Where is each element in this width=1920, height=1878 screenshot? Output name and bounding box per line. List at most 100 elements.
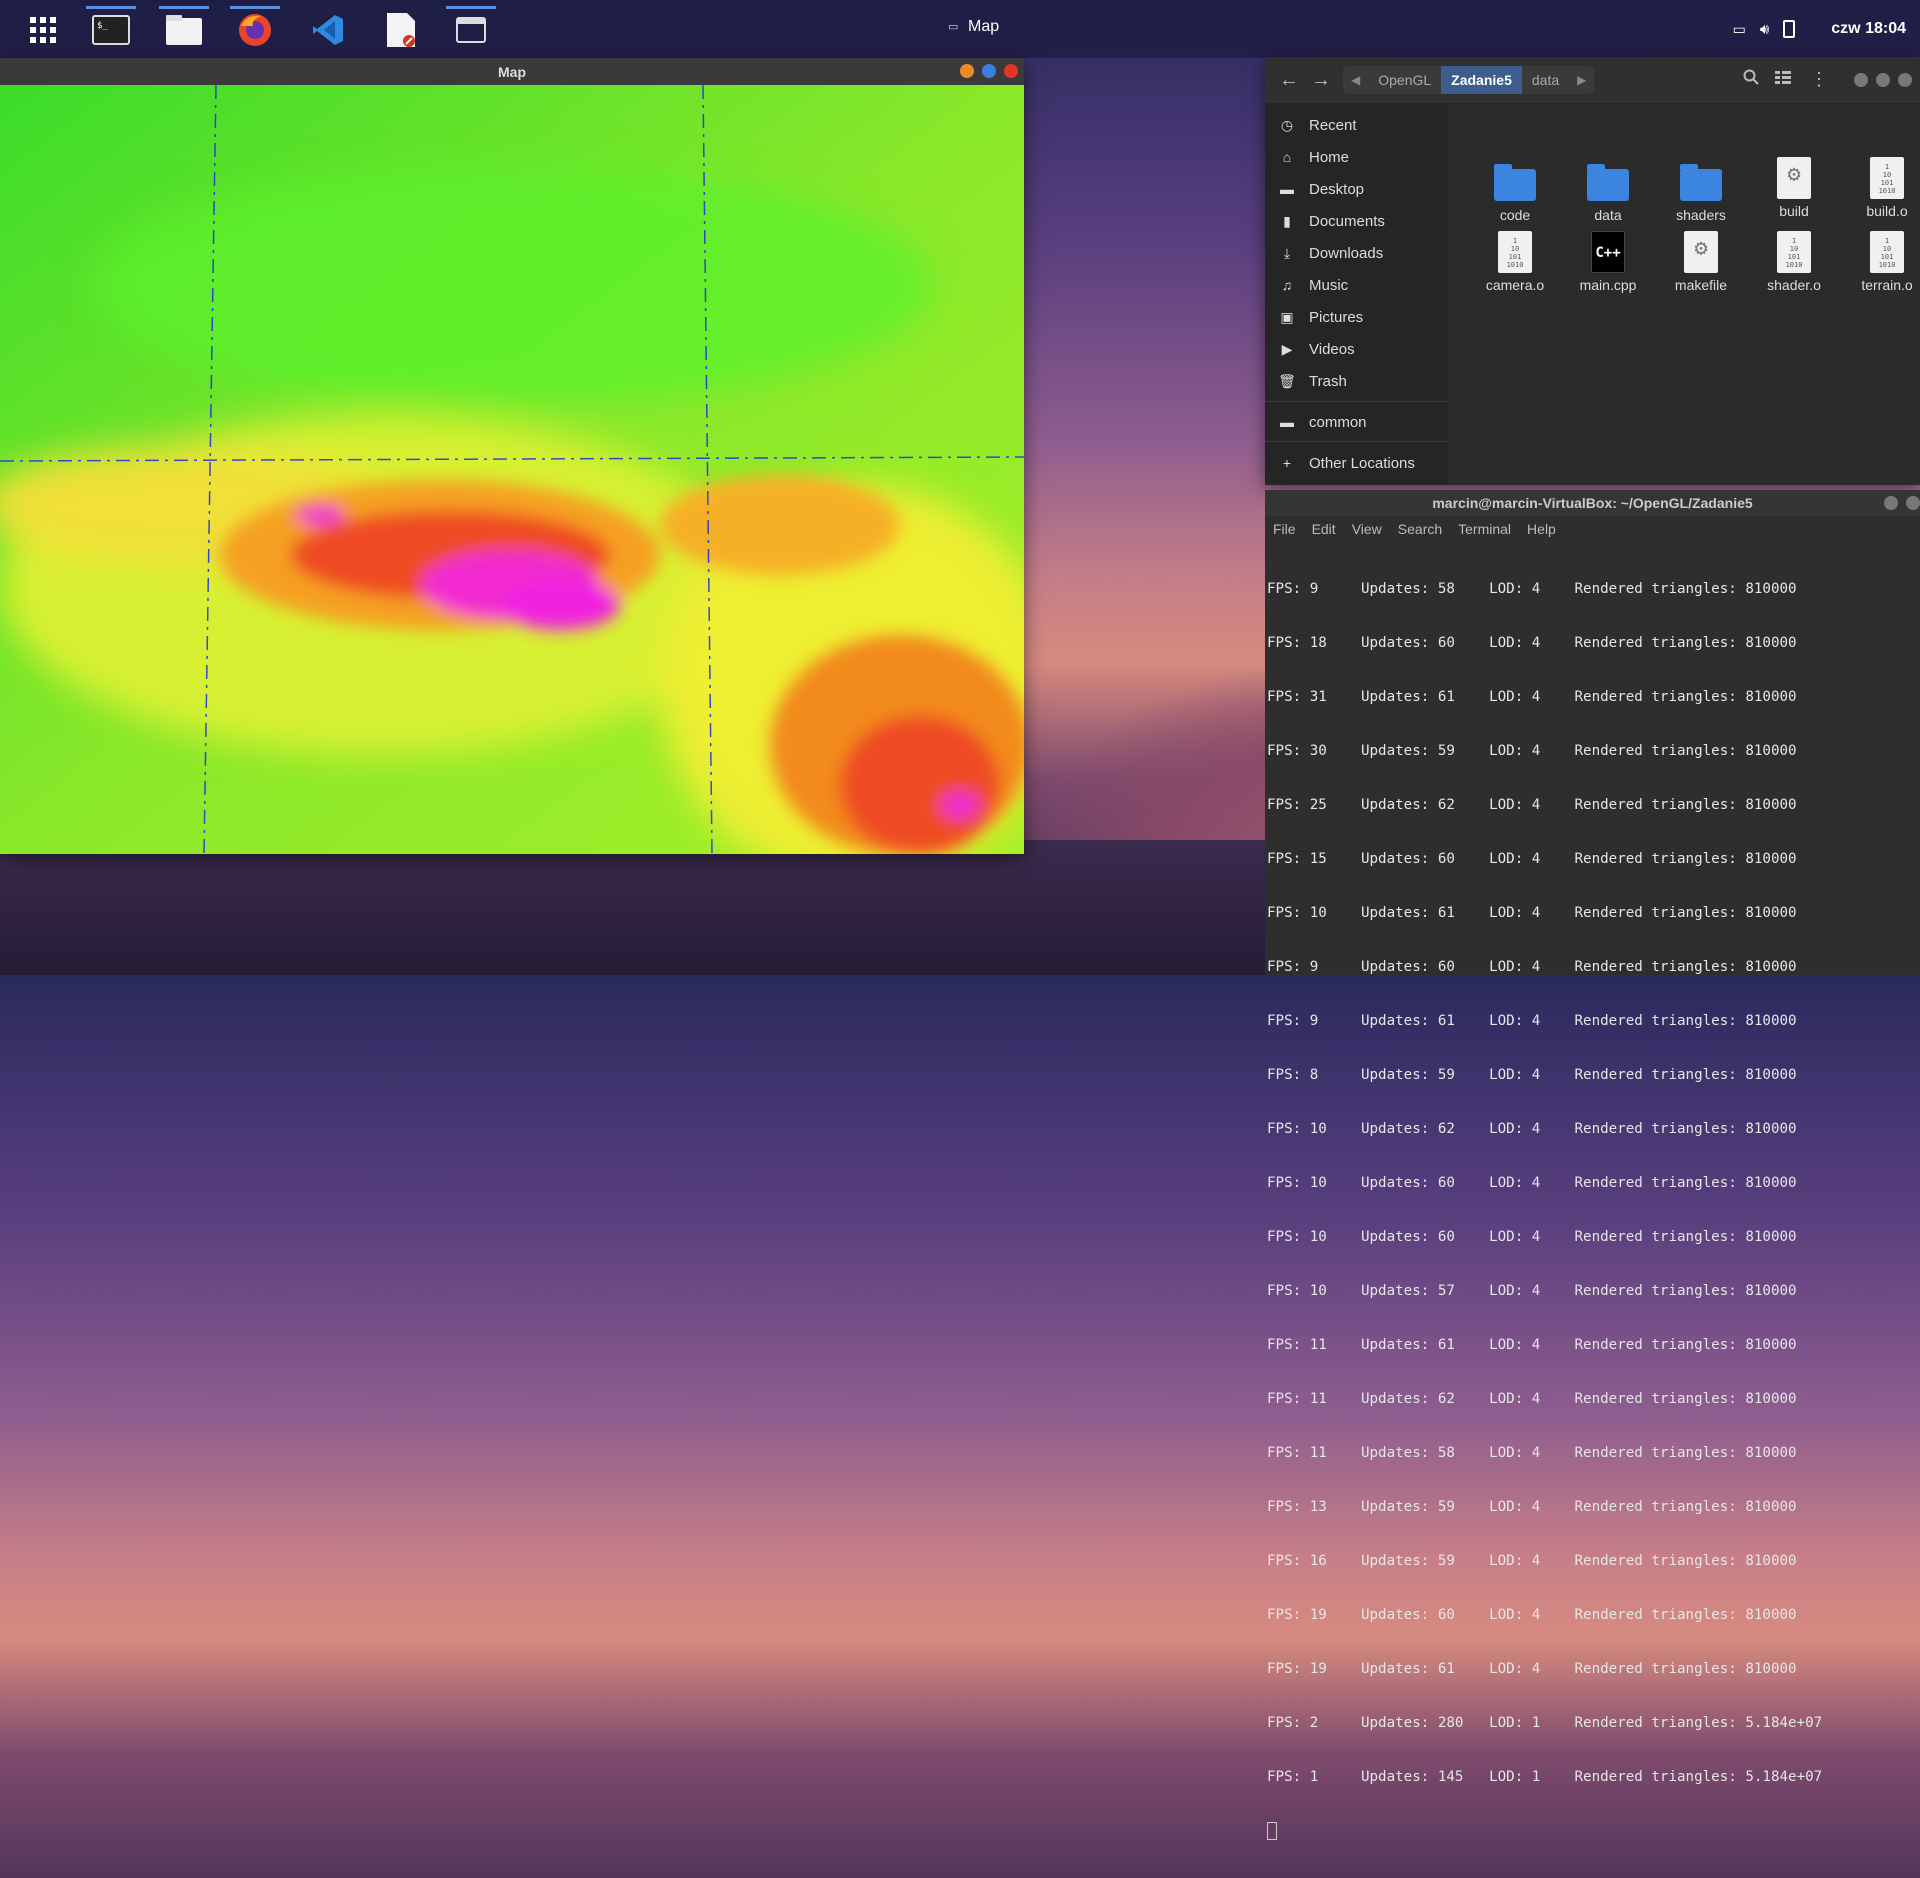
file-item-makefile[interactable]: ⚙ makefile	[1656, 231, 1746, 293]
menu-edit[interactable]: Edit	[1312, 521, 1336, 537]
terminal-title: marcin@marcin-VirtualBox: ~/OpenGL/Zadan…	[1432, 495, 1753, 511]
folder-icon	[1680, 164, 1722, 201]
sidebar-item-other-locations[interactable]: + Other Locations	[1265, 448, 1448, 478]
sidebar-item-label: Documents	[1309, 212, 1385, 230]
map-window[interactable]: Map	[0, 58, 1024, 854]
back-arrow-icon[interactable]: ←	[1277, 69, 1301, 93]
document-icon: ▮	[1283, 212, 1291, 229]
screen-icon[interactable]: ▭	[1733, 21, 1746, 38]
file-item-data[interactable]: data	[1563, 163, 1653, 223]
picture-icon: ▣	[1280, 308, 1294, 325]
sidebar-item-label: Trash	[1309, 372, 1347, 390]
terminal-titlebar[interactable]: marcin@marcin-VirtualBox: ~/OpenGL/Zadan…	[1265, 490, 1920, 516]
top-panel: $_ ▭ Map ▭ 🔊︎ czw 18:04	[0, 0, 1920, 58]
menu-search[interactable]: Search	[1398, 521, 1442, 537]
breadcrumb-opengl[interactable]: OpenGL	[1368, 66, 1441, 94]
file-item-main-cpp[interactable]: C++ main.cpp	[1563, 231, 1653, 293]
sidebar-item-pictures[interactable]: ▣ Pictures	[1265, 302, 1448, 332]
sidebar-item-videos[interactable]: ▶ Videos	[1265, 334, 1448, 364]
breadcrumb-right-icon[interactable]: ▶	[1569, 73, 1594, 87]
file-item-shader-o[interactable]: 1 10 101 1010 shader.o	[1749, 231, 1839, 293]
terminal-line: FPS: 10 Updates: 60 LOD: 4 Rendered tria…	[1267, 1229, 1797, 1245]
breadcrumb-zadanie5[interactable]: Zadanie5	[1441, 66, 1522, 94]
files-maximize-button[interactable]	[1876, 73, 1890, 87]
breadcrumb: ◀ OpenGL Zadanie5 data ▶	[1343, 66, 1595, 94]
terminal-close-button[interactable]	[1906, 496, 1920, 510]
terminal-line: FPS: 9 Updates: 61 LOD: 4 Rendered trian…	[1267, 1013, 1797, 1029]
terminal-output[interactable]: FPS: 9 Updates: 58 LOD: 4 Rendered trian…	[1265, 542, 1920, 1878]
file-label: code	[1499, 207, 1531, 223]
files-icon[interactable]	[159, 6, 209, 50]
sidebar-item-documents[interactable]: ▮ Documents	[1265, 206, 1448, 236]
file-label: shader.o	[1767, 277, 1821, 293]
menu-kebab-icon[interactable]: ⋮	[1810, 69, 1828, 90]
file-item-code[interactable]: code	[1470, 163, 1560, 223]
terminal-line: FPS: 1 Updates: 145 LOD: 1 Rendered tria…	[1267, 1769, 1823, 1785]
window-indicator-icon: ▭	[948, 21, 959, 33]
menu-terminal[interactable]: Terminal	[1458, 521, 1511, 537]
places-sidebar: ◷ Recent ⌂ Home ▬ Desktop ▮ Documents ⤓ Downl…	[1265, 103, 1448, 485]
clock-icon: ◷	[1280, 116, 1294, 133]
file-item-terrain-o[interactable]: 1 10 101 1010 terrain.o	[1842, 231, 1920, 293]
maximize-button[interactable]	[982, 64, 996, 78]
sidebar-item-desktop[interactable]: ▬ Desktop	[1265, 174, 1448, 204]
terminal-line: FPS: 11 Updates: 61 LOD: 4 Rendered tria…	[1267, 1337, 1797, 1353]
terminal-minimize-button[interactable]	[1884, 496, 1898, 510]
terminal-line: FPS: 25 Updates: 62 LOD: 4 Rendered tria…	[1267, 797, 1797, 813]
file-label: build.o	[1866, 203, 1908, 219]
home-icon: ⌂	[1282, 149, 1292, 165]
firefox-icon[interactable]	[230, 6, 280, 50]
terminal-line: FPS: 10 Updates: 57 LOD: 4 Rendered tria…	[1267, 1283, 1797, 1299]
terminal-line: FPS: 15 Updates: 60 LOD: 4 Rendered tria…	[1267, 851, 1797, 867]
view-options-icon[interactable]	[1775, 69, 1791, 90]
download-icon: ⤓	[1283, 244, 1291, 261]
sidebar-item-downloads[interactable]: ⤓ Downloads	[1265, 238, 1448, 268]
terminal-line: FPS: 30 Updates: 59 LOD: 4 Rendered tria…	[1267, 743, 1797, 759]
text-editor-icon[interactable]	[380, 10, 422, 50]
search-icon[interactable]	[1743, 69, 1759, 90]
terminal-line: FPS: 9 Updates: 60 LOD: 4 Rendered trian…	[1267, 959, 1797, 975]
terminal-line: FPS: 19 Updates: 60 LOD: 4 Rendered tria…	[1267, 1607, 1797, 1623]
files-close-button[interactable]	[1898, 73, 1912, 87]
sidebar-item-music[interactable]: ♫ Music	[1265, 270, 1448, 300]
breadcrumb-left-icon[interactable]: ◀	[1343, 73, 1368, 87]
terminal-line: FPS: 11 Updates: 58 LOD: 4 Rendered tria…	[1267, 1445, 1797, 1461]
active-window-title[interactable]: Map	[968, 18, 999, 36]
binary-file-icon: 1 10 101 1010	[1498, 231, 1532, 273]
terminal-window[interactable]: marcin@marcin-VirtualBox: ~/OpenGL/Zadan…	[1265, 490, 1920, 1840]
battery-icon[interactable]	[1783, 20, 1796, 38]
terminal-line: FPS: 13 Updates: 59 LOD: 4 Rendered tria…	[1267, 1499, 1797, 1515]
window-icon[interactable]	[446, 6, 496, 50]
file-item-shaders[interactable]: shaders	[1656, 163, 1746, 223]
forward-arrow-icon[interactable]: →	[1309, 69, 1333, 93]
menu-file[interactable]: File	[1273, 521, 1296, 537]
sidebar-item-label: Music	[1309, 276, 1349, 294]
sidebar-item-recent[interactable]: ◷ Recent	[1265, 110, 1448, 140]
file-item-camera-o[interactable]: 1 10 101 1010 camera.o	[1470, 231, 1560, 293]
menu-view[interactable]: View	[1352, 521, 1382, 537]
clock[interactable]: czw 18:04	[1831, 20, 1906, 38]
file-manager-header: ← → ◀ OpenGL Zadanie5 data ▶ ⋮	[1265, 57, 1920, 104]
file-manager-window[interactable]: ← → ◀ OpenGL Zadanie5 data ▶ ⋮ ◷ Recent ⌂…	[1265, 57, 1920, 485]
file-item-build-o[interactable]: 1 10 101 1010 build.o	[1842, 157, 1920, 219]
terminal-cursor	[1267, 1822, 1277, 1840]
breadcrumb-data[interactable]: data	[1522, 66, 1569, 94]
sidebar-item-label: Desktop	[1309, 180, 1365, 198]
terminal-line: FPS: 10 Updates: 61 LOD: 4 Rendered tria…	[1267, 905, 1797, 921]
map-window-titlebar[interactable]: Map	[0, 58, 1024, 85]
sidebar-item-trash[interactable]: 🗑︎ Trash	[1265, 366, 1448, 396]
terminal-line: FPS: 16 Updates: 59 LOD: 4 Rendered tria…	[1267, 1553, 1797, 1569]
file-item-build[interactable]: ⚙ build	[1749, 157, 1839, 219]
close-button[interactable]	[1004, 64, 1018, 78]
apps-grid-icon[interactable]	[22, 10, 64, 50]
minimize-button[interactable]	[960, 64, 974, 78]
volume-icon[interactable]: 🔊︎	[1760, 21, 1769, 38]
files-minimize-button[interactable]	[1854, 73, 1868, 87]
terminal-icon[interactable]: $_	[86, 6, 136, 50]
sidebar-item-common[interactable]: ▬ common	[1265, 407, 1448, 437]
menu-help[interactable]: Help	[1527, 521, 1556, 537]
terrain-render-canvas[interactable]	[0, 85, 1024, 854]
sidebar-item-home[interactable]: ⌂ Home	[1265, 142, 1448, 172]
sidebar-divider	[1265, 401, 1448, 402]
vscode-icon[interactable]	[307, 10, 349, 50]
